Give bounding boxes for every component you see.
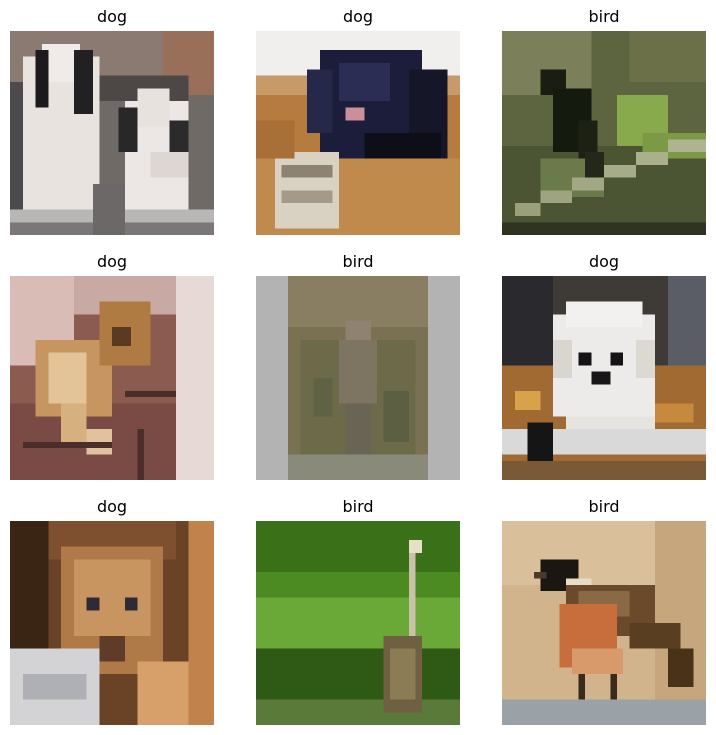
bird-image — [256, 276, 460, 480]
dog-image — [502, 276, 706, 480]
image-label: bird — [342, 497, 374, 516]
bird-image — [502, 31, 706, 235]
image-label: bird — [588, 7, 620, 26]
image-label: dog — [342, 7, 374, 26]
dog-image — [10, 31, 214, 235]
bird-image — [502, 521, 706, 725]
dog-image — [10, 521, 214, 725]
dog-image — [10, 276, 214, 480]
dog-image — [256, 31, 460, 235]
image-label: bird — [342, 252, 374, 271]
image-label: dog — [96, 252, 128, 271]
image-label: dog — [96, 497, 128, 516]
image-label: bird — [588, 497, 620, 516]
image-label: dog — [96, 7, 128, 26]
image-label: dog — [588, 252, 620, 271]
bird-image — [256, 521, 460, 725]
